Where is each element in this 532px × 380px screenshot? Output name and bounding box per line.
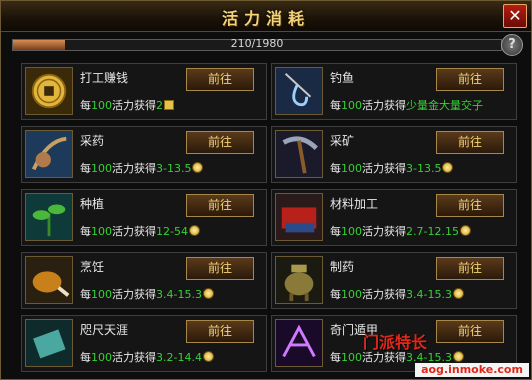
coin-icon: [202, 288, 214, 299]
activity-name: 材料加工: [330, 197, 379, 211]
activity-name: 钓鱼: [330, 71, 355, 85]
coin-icon: [25, 67, 73, 115]
watermark-url: aog.inmoke.com: [415, 363, 529, 377]
help-button[interactable]: ?: [501, 34, 523, 56]
reward-text: 每100活力获得2.7-12.15: [330, 223, 471, 239]
coin-icon: [442, 162, 454, 173]
activity-name: 烹饪: [80, 260, 105, 274]
activity-card: 钓鱼 前往 每100活力获得少量金大量交子: [271, 63, 517, 120]
activity-card: 采药 前往 每100活力获得3-13.5: [21, 126, 267, 183]
window-title: 活力消耗: [221, 9, 310, 28]
activity-card: 采矿 前往 每100活力获得3-13.5: [271, 126, 517, 183]
cauldron-icon: [275, 256, 323, 304]
go-button[interactable]: 前往: [186, 68, 254, 91]
activity-name: 打工赚钱: [80, 71, 129, 85]
go-button[interactable]: 前往: [186, 194, 254, 217]
go-button[interactable]: 前往: [436, 68, 504, 91]
activity-card: 打工赚钱 前往 每100活力获得2: [21, 63, 267, 120]
activity-name: 种植: [80, 197, 105, 211]
reward-text: 每100活力获得12-54: [80, 223, 200, 239]
reward-text: 每100活力获得3.4-15.3: [80, 286, 214, 302]
sprout-icon: [25, 193, 73, 241]
pickaxe-icon: [275, 130, 323, 178]
go-button[interactable]: 前往: [436, 131, 504, 154]
book-icon: [164, 100, 174, 110]
coin-icon: [188, 225, 200, 236]
go-button[interactable]: 前往: [186, 320, 254, 343]
go-button[interactable]: 前往: [436, 257, 504, 280]
go-button[interactable]: 前往: [186, 257, 254, 280]
go-button[interactable]: 前往: [436, 194, 504, 217]
activity-name: 采矿: [330, 134, 355, 148]
cloth-bundle-icon: [275, 193, 323, 241]
reward-text: 每100活力获得3.4-15.3: [330, 286, 464, 302]
reward-text: 每100活力获得3-13.5: [330, 160, 454, 176]
fishing-hook-icon: [275, 67, 323, 115]
go-button[interactable]: 前往: [436, 320, 504, 343]
roast-meat-icon: [25, 256, 73, 304]
progress-text: 210/1980: [230, 37, 284, 50]
activity-card: 种植 前往 每100活力获得12-54: [21, 189, 267, 246]
activity-name: 采药: [80, 134, 105, 148]
activity-name: 制药: [330, 260, 355, 274]
title-bar[interactable]: 活力消耗 ✕: [1, 1, 531, 32]
coin-icon: [452, 288, 464, 299]
close-button[interactable]: ✕: [503, 4, 527, 28]
activity-card: 烹饪 前往 每100活力获得3.4-15.3: [21, 252, 267, 309]
reward-text: 每100活力获得少量金大量交子: [330, 99, 483, 112]
activity-name: 咫尺天涯: [80, 323, 129, 337]
coin-icon: [202, 351, 214, 362]
reward-text: 每100活力获得2: [80, 97, 174, 113]
watermark-title: 门派特长: [363, 333, 428, 352]
activity-card: 制药 前往 每100活力获得3.4-15.3: [271, 252, 517, 309]
vitality-progress-bar: 210/1980: [12, 37, 502, 51]
coin-icon: [452, 351, 464, 362]
activity-card: 材料加工 前往 每100活力获得2.7-12.15: [271, 189, 517, 246]
magic-rune-icon: [275, 319, 323, 367]
activity-window: 活力消耗 ✕ 210/1980 ? 打工赚钱 前往 每100活力获得2 钓鱼 前…: [0, 0, 532, 380]
reward-text: 每100活力获得3.2-14.4: [80, 349, 214, 365]
reward-text: 每100活力获得3-13.5: [80, 160, 204, 176]
coin-icon: [459, 225, 471, 236]
coin-icon: [192, 162, 204, 173]
activity-card: 咫尺天涯 前往 每100活力获得3.2-14.4: [21, 315, 267, 372]
scroll-icon: [25, 319, 73, 367]
go-button[interactable]: 前往: [186, 131, 254, 154]
herb-sickle-icon: [25, 130, 73, 178]
